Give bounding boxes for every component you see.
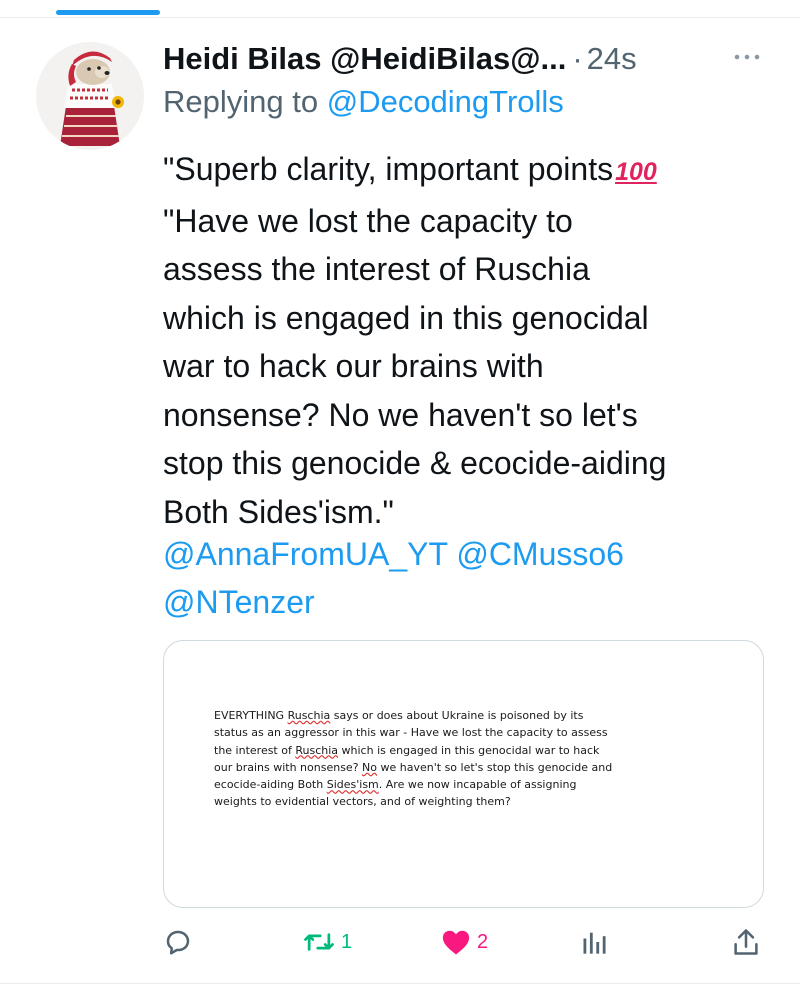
tweet-line: war to hack our brains with [163,348,544,384]
action-bar: 1 2 [163,924,763,960]
analytics-button[interactable] [581,924,607,960]
tweet-header: Heidi Bilas @HeidiBilas@... · 24s [163,36,773,82]
analytics-icon [583,932,606,954]
retweet-button[interactable]: 1 [303,924,352,960]
tweet-line: assess the interest of Ruschia [163,251,590,287]
timestamp[interactable]: 24s [587,41,637,77]
author-separator-space [322,41,331,77]
doc-line: weights to evidential vectors, and of we… [214,795,511,809]
share-icon [734,929,758,955]
hundred-points-emoji: 100 [615,158,657,186]
tweet-line: "Superb clarity, important points100 [163,145,775,197]
reply-icon [166,930,190,955]
author-name[interactable]: Heidi Bilas [163,41,322,77]
doc-line: ecocide-aiding Both Sides'ism. Are we no… [214,778,577,792]
replying-to-handle[interactable]: @DecodingTrolls [327,84,564,119]
doc-line: our brains with nonsense? No we haven't … [214,760,613,774]
header-separator: · [572,41,583,76]
replying-to-prefix: Replying to [163,84,319,119]
attached-image[interactable]: EVERYTHING Ruschia says or does about Uk… [163,640,764,908]
retweet-icon [304,933,334,951]
replying-to: Replying to @DecodingTrolls [163,84,564,120]
author-handle[interactable]: @HeidiBilas@... [330,41,566,77]
top-divider [0,17,800,18]
mention-link[interactable]: @NTenzer [163,584,315,620]
tweet-mentions: @AnnaFromUA_YT @CMusso6 @NTenzer [163,530,775,626]
like-count: 2 [477,930,489,953]
avatar-image [36,42,144,150]
tweet-line: nonsense? No we haven't so let's [163,396,638,433]
share-button[interactable] [733,924,759,960]
like-button[interactable]: 2 [441,924,488,960]
avatar[interactable] [36,42,144,150]
document-screenshot-text: EVERYTHING Ruschia says or does about Uk… [214,707,714,811]
heart-icon [442,930,470,955]
tweet-line: "Have we lost the capacity to [163,202,573,239]
doc-line: the interest of Ruschia which is engaged… [214,743,600,757]
more-icon [734,54,760,60]
active-tab-indicator [56,10,160,15]
tweet-text: "Superb clarity, important points100 "Ha… [163,145,775,536]
tweet-line: stop this genocide & ecocide-aiding [163,445,667,481]
retweet-count: 1 [341,930,353,953]
mention-link[interactable]: @AnnaFromUA_YT [163,536,447,572]
more-options-button[interactable] [732,42,762,72]
reply-button[interactable] [163,924,199,960]
doc-line: status as an aggressor in this war - Hav… [214,726,608,740]
tweet-line: which is engaged in this genocidal [163,299,649,336]
tweet-line: Both Sides'ism." [163,493,394,530]
doc-line: EVERYTHING Ruschia says or does about Uk… [214,709,584,722]
bottom-divider [0,983,800,984]
mention-link[interactable]: @CMusso6 [456,536,624,572]
